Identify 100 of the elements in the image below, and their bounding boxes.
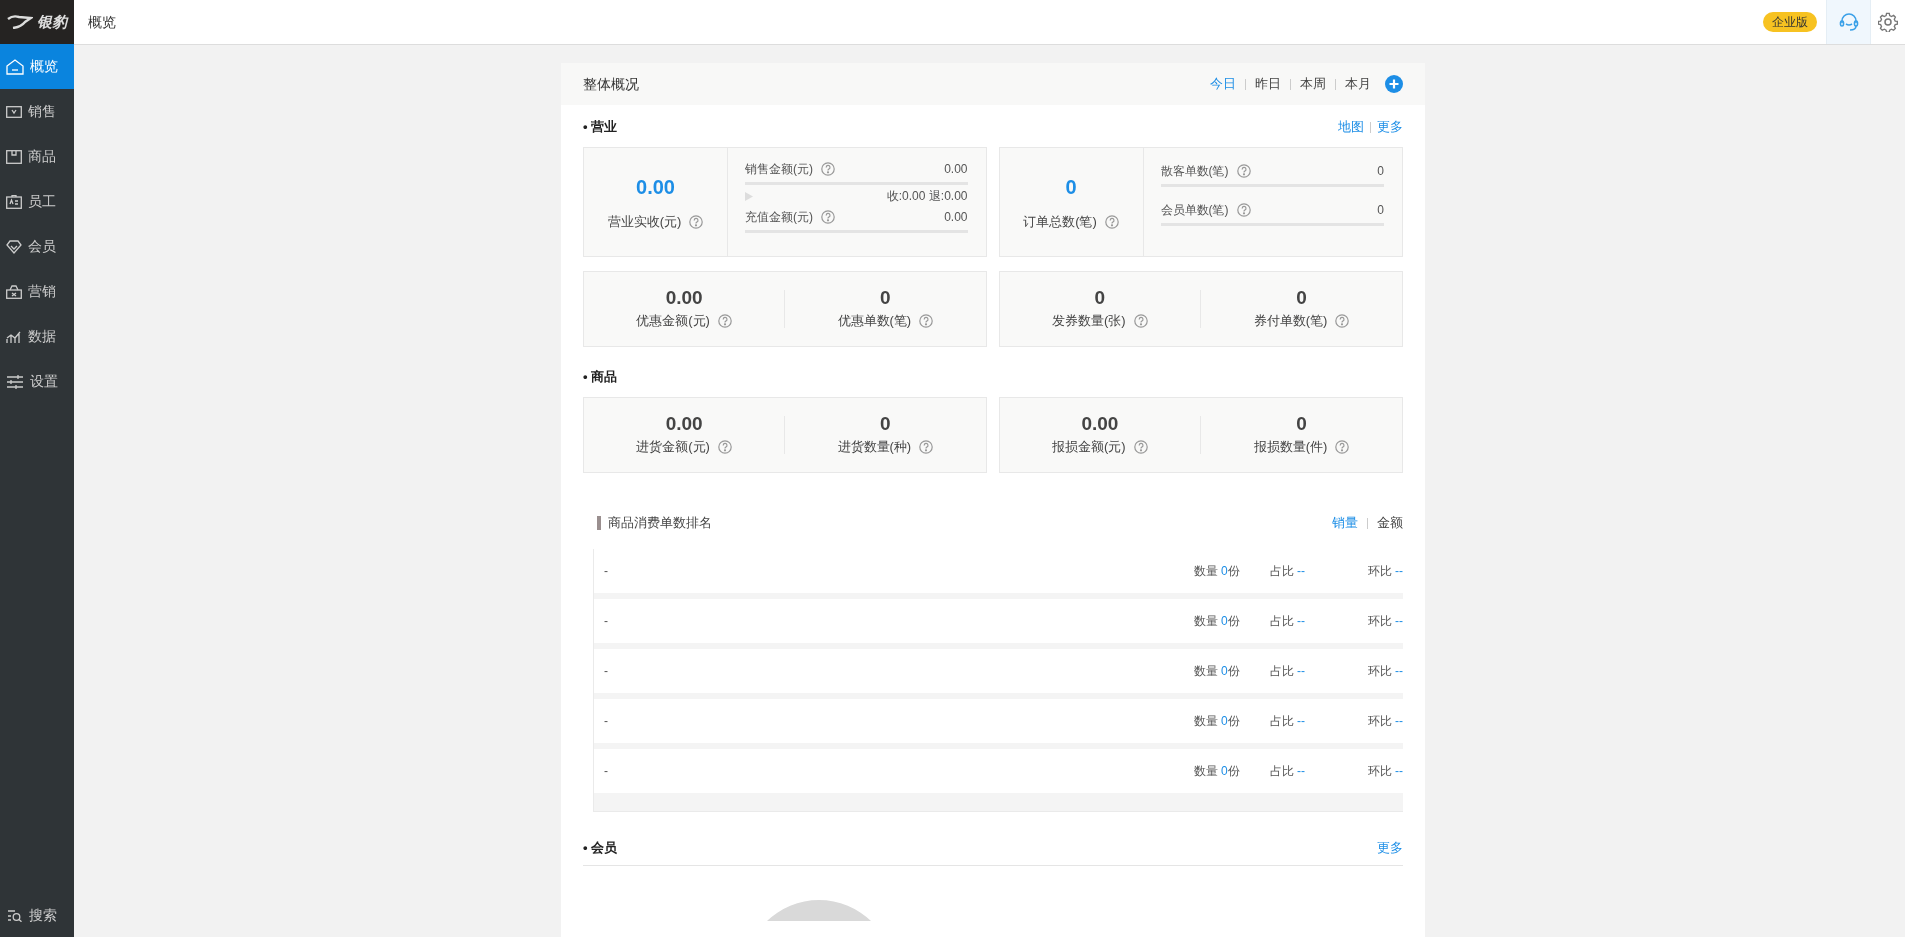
stat-label: 优惠单数(笔): [837, 312, 912, 331]
share-text: 占比 --: [1269, 613, 1306, 630]
ranking-title: 商品消费单数排名: [608, 514, 712, 533]
metric-label: 会员单数(笔): [1160, 202, 1229, 219]
stat-label: 营业实收(元): [607, 213, 682, 232]
page-title: 概览: [88, 12, 116, 32]
share-text: 占比 --: [1269, 763, 1306, 780]
stat-value: 0: [880, 413, 891, 436]
overview-title: 整体概况: [583, 74, 639, 94]
product-name: -: [604, 663, 609, 680]
nav-item[interactable]: 会员: [0, 224, 74, 269]
home-icon: [6, 58, 24, 75]
change-text: 环比 --: [1367, 613, 1403, 630]
logo-text: 银豹: [37, 11, 67, 32]
help-icon: [919, 440, 934, 454]
metric-label: 散客单数(笔): [1160, 163, 1229, 180]
help-icon: [1335, 440, 1350, 454]
help-icon: [689, 215, 704, 229]
quantity-text: 数量 0份: [1193, 663, 1241, 680]
quantity-text: 数量 0份: [1193, 613, 1241, 630]
link[interactable]: 地图: [1338, 117, 1364, 137]
stat-value: 0: [1094, 287, 1106, 310]
help-icon: [717, 314, 732, 328]
diamond-icon: [6, 239, 22, 254]
stat-label: 进货金额(元): [636, 438, 710, 457]
stat-label: 报损金额(元): [1052, 438, 1126, 457]
stat-value: 0.00: [1081, 413, 1119, 436]
stat-label: 报损数量(件): [1253, 438, 1328, 457]
help-icon: [821, 210, 835, 224]
headset-icon: [1837, 11, 1860, 33]
box-icon: [6, 149, 22, 164]
nav-item[interactable]: 员工: [0, 179, 74, 224]
ranking-tab[interactable]: 金额: [1377, 513, 1403, 533]
nav-item[interactable]: 设置: [0, 359, 74, 404]
stat-value: 0: [1065, 175, 1077, 201]
metric-value: 0.00: [944, 161, 968, 178]
stat-value: 0.00: [665, 287, 703, 310]
nav-item[interactable]: 销售: [0, 89, 74, 134]
logo-icon: [7, 15, 33, 29]
search-icon: [7, 908, 23, 922]
help-icon: [717, 440, 732, 454]
link[interactable]: 更多: [1377, 117, 1403, 137]
help-icon: [1236, 203, 1251, 217]
period-tab[interactable]: 昨日: [1255, 74, 1281, 94]
search-nav-item[interactable]: 搜索: [0, 893, 74, 937]
settings-icon: [1878, 12, 1898, 32]
nav-item[interactable]: 营销: [0, 269, 74, 314]
more-link[interactable]: 更多: [1377, 837, 1403, 858]
metric-label: 销售金额(元): [745, 161, 813, 178]
share-text: 占比 --: [1269, 713, 1306, 730]
product-name: -: [604, 563, 609, 580]
nav-item[interactable]: 概览: [0, 44, 74, 89]
id-card-icon: [6, 194, 22, 209]
stat-label: 发券数量(张): [1052, 312, 1126, 331]
help-icon: [1133, 314, 1148, 328]
nav-item[interactable]: 商品: [0, 134, 74, 179]
period-tab[interactable]: 本月: [1345, 74, 1371, 94]
stat-label: 订单总数(笔): [1023, 213, 1097, 232]
help-icon: [1335, 314, 1350, 328]
help-icon: [821, 162, 835, 176]
ranking-tab[interactable]: 销量: [1332, 513, 1358, 533]
change-text: 环比 --: [1367, 563, 1403, 580]
section-title: • 会员: [583, 838, 618, 857]
sliders-icon: [6, 374, 24, 389]
section-title: • 商品: [583, 368, 618, 387]
stat-value: 0.00: [665, 413, 703, 436]
stat-label: 优惠金额(元): [636, 312, 710, 331]
quantity-text: 数量 0份: [1193, 763, 1241, 780]
stat-label: 进货数量(种): [837, 438, 912, 457]
detail-text: 收:0.00 退:0.00: [886, 188, 968, 205]
wallet-icon: [6, 105, 22, 118]
chart-icon: [6, 329, 22, 344]
change-text: 环比 --: [1367, 763, 1403, 780]
stat-label: 券付单数(笔): [1253, 312, 1328, 331]
section-title: • 营业: [583, 118, 618, 137]
edition-badge: 企业版: [1763, 12, 1817, 32]
metric-label: 充值金额(元): [745, 209, 813, 226]
shop-icon: [6, 284, 22, 299]
change-text: 环比 --: [1367, 663, 1403, 680]
support-button[interactable]: [1826, 0, 1871, 44]
metric-value: 0: [1377, 202, 1384, 219]
stat-value: 0: [1296, 413, 1307, 436]
stat-value: 0: [1296, 287, 1307, 310]
help-icon: [919, 314, 934, 328]
metric-value: 0: [1377, 163, 1384, 180]
change-text: 环比 --: [1367, 713, 1403, 730]
product-name: -: [604, 613, 609, 630]
stat-value: 0.00: [636, 175, 675, 201]
share-text: 占比 --: [1269, 563, 1306, 580]
help-icon: [1104, 215, 1119, 229]
nav-item[interactable]: 数据: [0, 314, 74, 359]
share-text: 占比 --: [1269, 663, 1306, 680]
quantity-text: 数量 0份: [1193, 713, 1241, 730]
add-icon[interactable]: [1385, 75, 1403, 93]
stat-value: 0: [880, 287, 891, 310]
product-name: -: [604, 763, 609, 780]
help-icon: [1133, 440, 1148, 454]
quantity-text: 数量 0份: [1193, 563, 1241, 580]
period-tab[interactable]: 本周: [1300, 74, 1326, 94]
metric-value: 0.00: [944, 209, 968, 226]
